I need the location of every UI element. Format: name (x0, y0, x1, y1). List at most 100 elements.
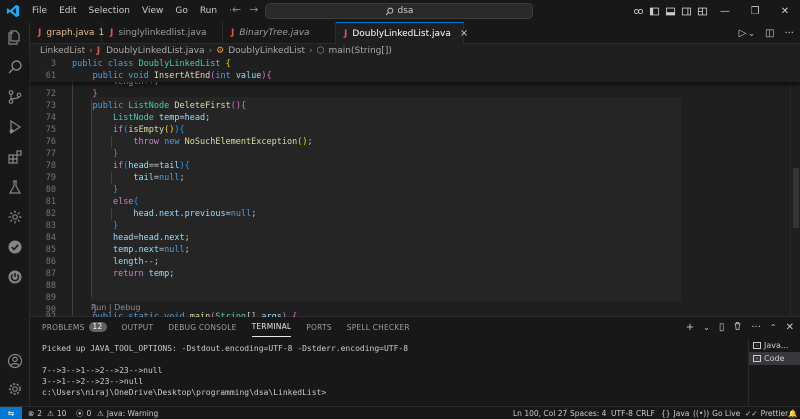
vscode-logo-icon (0, 0, 26, 22)
java-file-icon: J (110, 28, 114, 38)
maximize-panel-chevron-icon[interactable]: ⌃ (770, 323, 777, 332)
prettier-status[interactable]: ✓✓ Prettier (745, 407, 788, 419)
menu-selection[interactable]: Selection (83, 0, 136, 22)
tab-label: graph.java (46, 28, 95, 38)
panel-actions: + ⌄ ▯ ··· ⌃ ✕ (686, 317, 794, 337)
breadcrumb-method[interactable]: main(String[]) (329, 46, 392, 56)
search-sidebar-icon[interactable] (0, 54, 30, 80)
tab-graph-java[interactable]: J graph.java 1 (30, 22, 104, 44)
double-check-icon: ✓✓ (745, 409, 758, 418)
tab-ports[interactable]: PORTS (306, 317, 331, 337)
remote-indicator-icon[interactable]: ⇋ (0, 407, 22, 419)
explorer-icon[interactable] (0, 24, 30, 50)
line-number: 72 (45, 89, 56, 99)
close-tab-icon[interactable]: × (460, 28, 468, 39)
customize-layout-icon[interactable] (694, 0, 710, 22)
toggle-secondary-sidebar-icon[interactable] (678, 0, 694, 22)
settings-gear-icon[interactable] (0, 376, 30, 402)
breadcrumb-file[interactable]: DoublyLinkedList.java (106, 46, 205, 56)
navigation-buttons: ← → (232, 3, 258, 16)
menu-go[interactable]: Go (169, 0, 193, 22)
notifications-bell-icon[interactable]: 🔔 (788, 407, 797, 419)
braces-icon: {} (661, 409, 671, 418)
terminal-output[interactable]: Picked up JAVA_TOOL_OPTIONS: -Dstdout.en… (42, 343, 742, 398)
sticky-scroll[interactable]: 3 public class DoublyLinkedList { 61 pub… (30, 58, 800, 82)
back-arrow-icon[interactable]: ← (232, 3, 241, 16)
scrollbar-thumb[interactable] (793, 168, 799, 228)
eol-status[interactable]: CRLF (636, 407, 655, 419)
terminal-instance-code[interactable]: › Code (749, 352, 800, 365)
code-line: 89 (30, 292, 790, 304)
split-editor-icon[interactable]: ◫ (765, 28, 774, 39)
java-file-icon: J (344, 28, 348, 39)
tab-debug-console[interactable]: DEBUG CONSOLE (168, 317, 236, 337)
code-editor[interactable]: length++; 72 } 73 public ListNode Delete… (30, 82, 790, 317)
split-terminal-icon[interactable]: ▯ (719, 322, 725, 333)
run-debug-icon[interactable] (0, 114, 30, 140)
run-java-icon[interactable]: ▷ (739, 28, 747, 39)
code-line: 73 public ListNode DeleteFirst(){ (30, 100, 790, 112)
run-dropdown-chevron-icon[interactable]: ⌄ (748, 29, 755, 38)
minimize-button[interactable]: — (710, 0, 740, 22)
forward-arrow-icon[interactable]: → (249, 3, 258, 16)
kill-terminal-trash-icon[interactable] (733, 321, 742, 334)
menu-file[interactable]: File (26, 0, 53, 22)
copilot-icon[interactable] (630, 0, 646, 22)
close-panel-icon[interactable]: ✕ (786, 322, 794, 333)
indentation-status[interactable]: Spaces: 4 (570, 407, 606, 419)
codelens-run-debug[interactable]: Run | Debug (91, 303, 140, 312)
toggle-panel-icon[interactable] (662, 0, 678, 22)
tab-terminal[interactable]: TERMINAL (251, 317, 292, 337)
cursor-position[interactable]: Ln 100, Col 27 (513, 407, 567, 419)
java-status[interactable]: ⚠ Java: Warning (97, 407, 158, 419)
maximize-button[interactable]: ❐ (740, 0, 770, 22)
testing-flask-icon[interactable] (0, 174, 30, 200)
terminal-dropdown-chevron-icon[interactable]: ⌄ (703, 323, 710, 332)
more-actions-icon[interactable]: ··· (751, 322, 761, 333)
menu-view[interactable]: View (136, 0, 169, 22)
line-number: 89 (45, 293, 56, 303)
tab-doublylinkedlist-java[interactable]: J DoublyLinkedList.java × (336, 22, 468, 44)
go-live-button[interactable]: ((•)) Go Live (693, 407, 740, 419)
tab-spell-checker[interactable]: SPELL CHECKER (347, 317, 410, 337)
problems-status[interactable]: ⊗ 2 ⚠ 10 (28, 407, 66, 419)
command-center-search[interactable]: dsa (265, 3, 533, 19)
tab-output[interactable]: OUTPUT (122, 317, 154, 337)
line-number: 92 (45, 312, 56, 317)
tab-problems[interactable]: PROBLEMS 12 (42, 317, 107, 337)
ports-status[interactable]: ⦿ 0 (76, 407, 91, 419)
status-bar: ⇋ ⊗ 2 ⚠ 10 ⦿ 0 ⚠ Java: Warning Ln 100, C… (0, 406, 800, 419)
terminal-line: 7-->3-->1-->2-->23-->null (42, 366, 163, 375)
source-control-icon[interactable] (0, 84, 30, 110)
menu-run[interactable]: Run (194, 0, 223, 22)
java-file-icon: J (38, 28, 42, 38)
line-number: 3 (50, 59, 56, 69)
toggle-sidebar-icon[interactable] (646, 0, 662, 22)
breadcrumb: LinkedList › J DoublyLinkedList.java › ⚙… (30, 44, 800, 58)
tab-binarytree-java[interactable]: J BinaryTree.java (223, 22, 336, 44)
remote-explorer-icon[interactable] (0, 204, 30, 230)
line-number: 88 (45, 281, 56, 291)
breadcrumb-folder[interactable]: LinkedList (40, 46, 85, 56)
tab-singlylinkedlist-java[interactable]: J singlylinkedlist.java (102, 22, 223, 44)
account-icon[interactable] (0, 348, 30, 374)
breadcrumb-separator: › (89, 46, 93, 56)
power-icon[interactable] (0, 264, 30, 290)
more-actions-icon[interactable]: ··· (784, 28, 794, 39)
breadcrumb-class[interactable]: DoublyLinkedList (228, 46, 305, 56)
code-line: 78 if(head==tail){ (30, 160, 790, 172)
terminal-instance-java[interactable]: › Java... (749, 339, 800, 352)
todo-check-icon[interactable] (0, 234, 30, 260)
language-status[interactable]: {} Java (661, 407, 689, 419)
encoding-status[interactable]: UTF-8 (611, 407, 633, 419)
line-number: 83 (45, 221, 56, 231)
editor-scrollbar[interactable] (790, 58, 800, 316)
new-terminal-icon[interactable]: + (686, 322, 694, 333)
menu-edit[interactable]: Edit (53, 0, 82, 22)
close-window-button[interactable]: ✕ (770, 0, 800, 22)
line-number: 81 (45, 197, 56, 207)
extensions-icon[interactable] (0, 144, 30, 170)
terminal-instances-list: › Java... › Code (748, 339, 800, 407)
breadcrumb-separator: › (309, 46, 313, 56)
line-number: 61 (45, 71, 56, 81)
